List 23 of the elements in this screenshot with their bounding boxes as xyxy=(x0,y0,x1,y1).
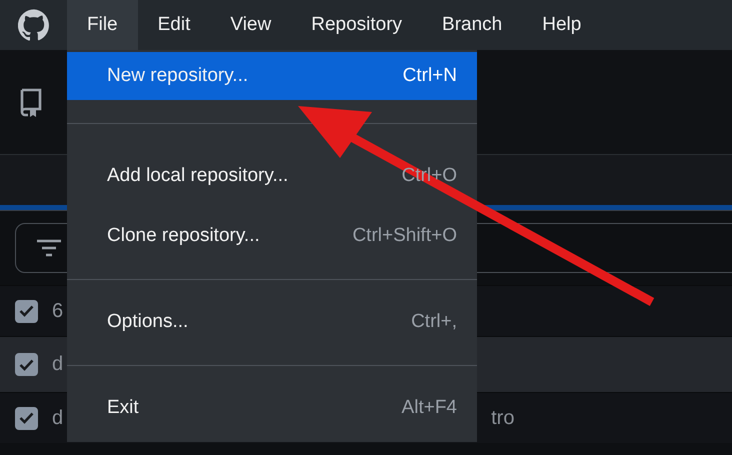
checkbox[interactable] xyxy=(15,300,38,322)
filter-icon xyxy=(36,239,62,257)
file-name: 6 xyxy=(52,300,64,322)
file-name: d xyxy=(52,406,64,430)
menu-bar-item[interactable]: Help xyxy=(522,0,602,50)
menu-bar-item[interactable]: Branch xyxy=(422,0,522,50)
menu-item[interactable]: New repository... Ctrl+N xyxy=(67,52,477,100)
check-icon xyxy=(19,412,34,424)
menu-bar-item[interactable]: View xyxy=(210,0,292,50)
file-name: tro xyxy=(491,406,514,430)
checkbox[interactable] xyxy=(15,353,38,376)
check-icon xyxy=(19,358,34,370)
checkbox[interactable] xyxy=(15,406,38,430)
menu-bar-item[interactable]: Edit xyxy=(138,0,210,50)
menu-item[interactable]: Clone repository... Ctrl+Shift+O xyxy=(67,206,477,266)
check-icon xyxy=(19,305,34,317)
menu-item[interactable]: Exit Alt+F4 xyxy=(67,378,477,438)
menu-bar-item[interactable]: File xyxy=(67,0,138,50)
menu-item[interactable]: Options... Ctrl+, xyxy=(67,292,477,352)
repository-icon[interactable] xyxy=(18,87,44,117)
cat-logo-icon[interactable] xyxy=(18,9,50,41)
file-name: d xyxy=(52,353,64,376)
menu-bar-item[interactable]: Repository xyxy=(291,0,422,50)
